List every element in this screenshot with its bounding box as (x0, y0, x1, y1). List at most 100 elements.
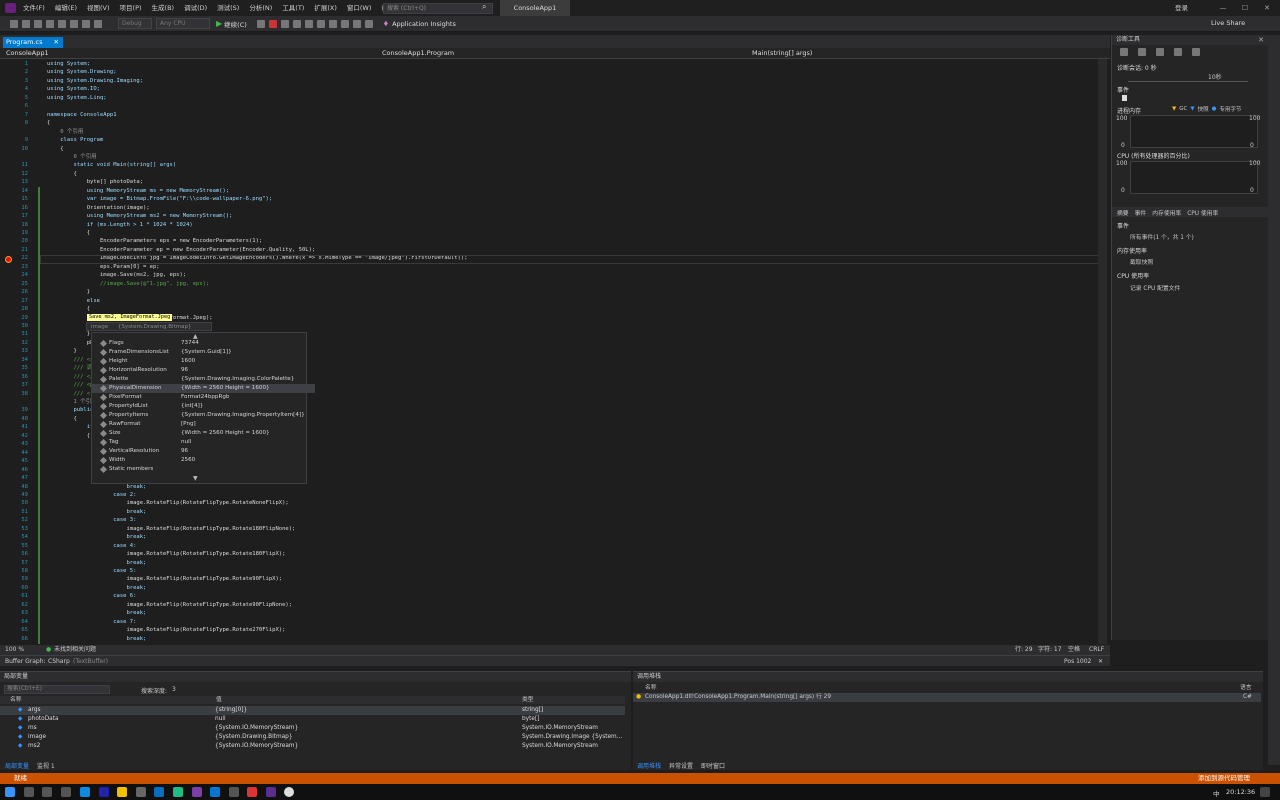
code-line[interactable]: image.RotateFlip(RotateFlipType.Rotate90… (47, 601, 292, 610)
code-line[interactable]: if (ms.Length > 1 * 1024 * 1024) (47, 221, 193, 230)
code-line[interactable]: using MemoryStream ms2 = new MemoryStrea… (47, 212, 233, 221)
scroll-down-icon[interactable]: ▼ (193, 475, 198, 482)
undo-icon[interactable] (82, 19, 90, 28)
col-name[interactable]: 名称 (10, 696, 22, 704)
code-line[interactable]: else (47, 297, 100, 306)
code-line[interactable]: case 2: (47, 491, 136, 500)
buffer-type[interactable]: (TextBuffer) (73, 656, 108, 667)
code-line[interactable]: eps.Param[0] = ep; (47, 263, 160, 272)
code-line[interactable]: break; (47, 508, 146, 517)
notification-icon[interactable] (1260, 787, 1270, 797)
code-line[interactable]: break; (47, 609, 146, 618)
tab-memory[interactable]: 内存使用率 (1152, 208, 1181, 217)
datatip-header[interactable]: image {System.Drawing.Bitmap} (86, 322, 212, 331)
task-view-icon[interactable] (24, 787, 34, 797)
step-into-icon[interactable] (304, 19, 313, 28)
code-line[interactable]: image.RotateFlip(RotateFlipType.RotateNo… (47, 499, 288, 508)
close-icon[interactable]: ✕ (1256, 0, 1278, 16)
code-line[interactable]: case 4: (47, 542, 136, 551)
debug-app-icon[interactable] (284, 787, 294, 797)
datatip-row[interactable]: PixelFormat Format24bppRgb (92, 393, 306, 402)
locals-row[interactable]: ◆ ms2 {System.IO.MemoryStream} System.IO.Me… (0, 742, 625, 751)
breakpoint-icon[interactable] (328, 19, 337, 28)
whitespace-mode[interactable]: 空格 (1068, 645, 1080, 655)
code-line[interactable]: using System.IO; (47, 85, 100, 94)
code-line[interactable]: case 7: (47, 618, 136, 627)
zoom-in-icon[interactable] (1156, 48, 1164, 56)
datatip-row[interactable]: FrameDimensionsList {System.Guid[1]} (92, 348, 306, 357)
datatip-row[interactable]: PropertyIdList {int[4]} (92, 402, 306, 411)
class-dropdown[interactable]: ConsoleApp1.Program (382, 48, 454, 58)
platform-select[interactable]: Any CPU (156, 18, 210, 29)
code-line[interactable]: } (47, 330, 90, 339)
code-line[interactable]: byte[] photoData; (47, 178, 143, 187)
minimize-icon[interactable]: — (1212, 0, 1234, 16)
buffer-lang[interactable]: CSharp (48, 656, 70, 667)
menu-view[interactable]: 视图(V) (82, 0, 115, 16)
scroll-up-icon[interactable]: ▲ (193, 333, 198, 340)
datatip-row[interactable]: Height 1600 (92, 357, 306, 366)
datatip-panel[interactable]: Flags 73744 FrameDimensionsList {System.Gui… (91, 332, 315, 484)
datatip-row[interactable]: RawFormat [Png] (92, 420, 306, 429)
breakpoint-icon[interactable] (5, 256, 12, 263)
comment-icon[interactable] (364, 19, 373, 28)
zoom-level[interactable]: 100 % (5, 645, 24, 655)
code-line[interactable]: using MemoryStream ms = new MemoryStream… (47, 187, 229, 196)
code-line[interactable]: using System.Linq; (47, 94, 107, 103)
forward-icon[interactable] (22, 19, 30, 28)
datatip-row[interactable]: PhysicalDimension {Width = 2560 Height = … (92, 384, 315, 393)
vs-running-icon[interactable] (266, 787, 276, 797)
menu-debug[interactable]: 调试(D) (179, 0, 212, 16)
code-line[interactable]: class Program (47, 136, 103, 145)
reset-view-icon[interactable] (1192, 48, 1200, 56)
col-name[interactable]: 名称 (645, 684, 657, 692)
code-line[interactable]: using System.Drawing; (47, 68, 117, 77)
locals-row[interactable]: ◆ ms {System.IO.MemoryStream} System.IO.Mem… (0, 724, 625, 733)
edge-icon[interactable] (80, 787, 90, 797)
code-line[interactable]: image.RotateFlip(RotateFlipType.Rotate27… (47, 626, 285, 635)
vscode-icon[interactable] (210, 787, 220, 797)
search-input[interactable]: 搜索 (Ctrl+Q) (383, 3, 493, 14)
code-line[interactable]: using System; (47, 60, 90, 69)
menu-window[interactable]: 窗口(W) (342, 0, 377, 16)
terminal-icon[interactable] (229, 787, 239, 797)
bookmark-icon[interactable] (352, 19, 361, 28)
pause-icon[interactable] (256, 19, 265, 28)
chrome-icon[interactable] (247, 787, 257, 797)
close-icon[interactable]: ✕ (1098, 656, 1103, 667)
code-line[interactable]: { (47, 432, 90, 441)
redo-icon[interactable] (94, 19, 102, 28)
config-select[interactable]: Debug (118, 18, 152, 29)
col-type[interactable]: 类型 (522, 696, 534, 704)
code-line[interactable]: break; (47, 635, 146, 644)
code-line[interactable]: 1 个引用 (47, 398, 96, 407)
datatip-row[interactable]: Flags 73744 (92, 339, 306, 348)
code-line[interactable]: EncoderParameters eps = new EncoderParam… (47, 237, 262, 246)
menu-test[interactable]: 测试(S) (212, 0, 244, 16)
datatip-row[interactable]: VerticalResolution 96 (92, 447, 306, 456)
continue-button[interactable]: 继续(C) (224, 19, 247, 29)
project-dropdown[interactable]: ConsoleApp1 (6, 48, 49, 58)
issues-status[interactable]: 未找到相关问题 (54, 645, 96, 655)
code-line[interactable]: { (47, 170, 76, 179)
new-project-icon[interactable] (34, 19, 42, 28)
clock[interactable]: 20:12:36 (1226, 788, 1255, 796)
format-icon[interactable] (340, 19, 349, 28)
menu-file[interactable]: 文件(F) (18, 0, 50, 16)
start-icon[interactable] (5, 787, 15, 797)
tab-immediate[interactable]: 即时窗口 (701, 761, 725, 770)
callstack-frame[interactable]: ● ConsoleApp1.dll!ConsoleApp1.Program.Ma… (633, 693, 1261, 702)
cpu-graph[interactable] (1130, 161, 1258, 194)
locals-row[interactable]: ◆ image {System.Drawing.Bitmap} System.Draw… (0, 733, 625, 742)
tab-summary[interactable]: 摘要 (1117, 208, 1129, 217)
code-line[interactable]: 0 个引用 (47, 128, 83, 137)
editor-scrollbar[interactable] (1098, 59, 1107, 644)
settings-icon[interactable] (1120, 48, 1128, 56)
mail-icon[interactable] (154, 787, 164, 797)
settings-icon[interactable] (42, 787, 52, 797)
code-line[interactable]: EncoderParameter ep = new EncoderParamet… (47, 246, 315, 255)
menu-extensions[interactable]: 扩展(X) (309, 0, 342, 16)
datatip-row[interactable]: Static members (92, 465, 306, 474)
code-line[interactable]: Orientation(image); (47, 204, 150, 213)
code-line[interactable]: image.RotateFlip(RotateFlipType.Rotate18… (47, 525, 295, 534)
